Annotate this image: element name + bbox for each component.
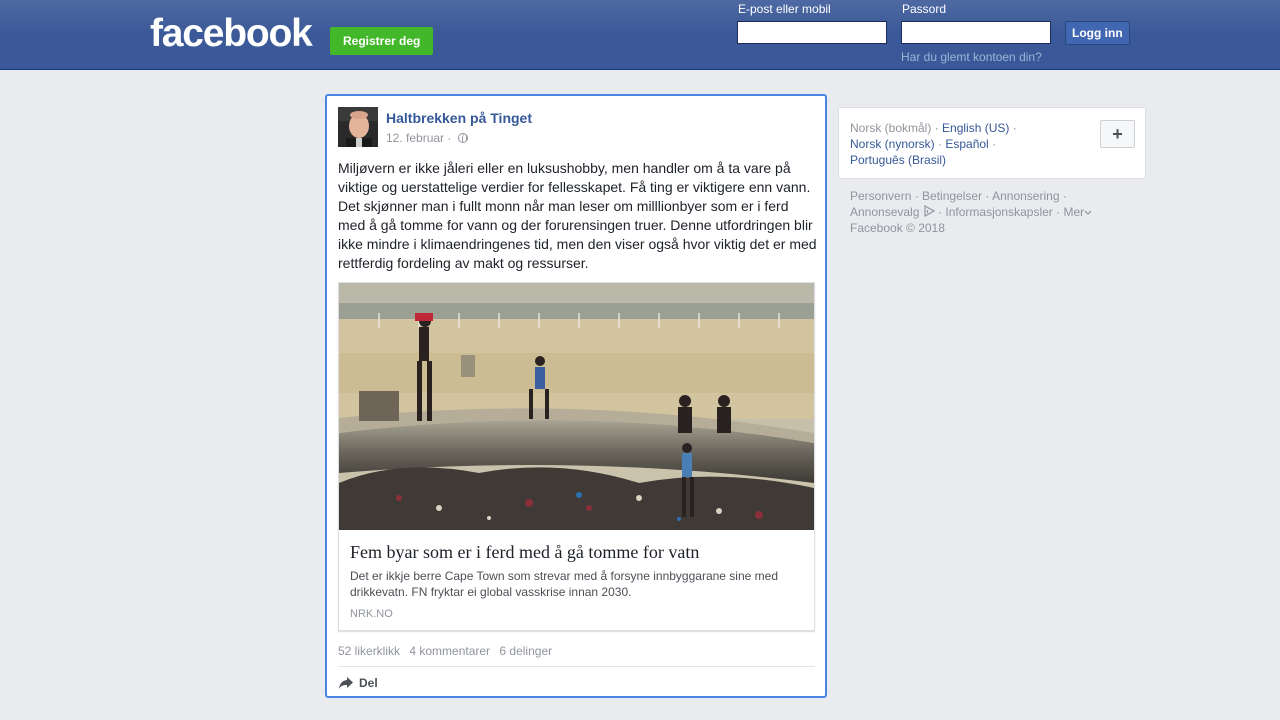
register-button[interactable]: Registrer deg [330, 27, 434, 55]
share-label: Del [359, 676, 378, 690]
likes-count[interactable]: 52 likerklikk [338, 644, 400, 658]
language-norsk-nynorsk[interactable]: Norsk (nynorsk) [850, 137, 935, 151]
globe-icon [457, 133, 468, 143]
post-date[interactable]: 12. februar [386, 131, 444, 145]
footer-separator: · [1059, 189, 1067, 203]
author-avatar[interactable] [338, 107, 378, 147]
link-domain: NRK.NO [350, 608, 393, 620]
language-english-us[interactable]: English (US) [942, 121, 1009, 135]
language-portugues-brasil[interactable]: Português (Brasil) [850, 153, 946, 167]
footer-advertising-link[interactable]: Annonsering [992, 189, 1059, 203]
language-espanol[interactable]: Español [945, 137, 988, 151]
post-text: Miljøvern er ikke jåleri eller en luksus… [338, 160, 817, 271]
link-preview-image[interactable] [339, 283, 814, 530]
more-languages-button[interactable]: + [1100, 120, 1135, 148]
footer-links: Personvern · Betingelser · Annonsering ·… [850, 188, 1146, 236]
chevron-down-icon [1084, 210, 1092, 215]
footer-separator: · [1052, 205, 1064, 219]
language-separator: · [931, 121, 943, 135]
footer-privacy-link[interactable]: Personvern [850, 189, 911, 203]
password-field[interactable] [901, 21, 1051, 44]
avatar-photo [338, 107, 378, 147]
shares-count[interactable]: 6 delinger [499, 644, 552, 658]
link-title[interactable]: Fem byar som er i ferd med å gå tomme fo… [350, 541, 805, 563]
link-preview-card[interactable]: Fem byar som er i ferd med å gå tomme fo… [338, 282, 815, 631]
author-name-link[interactable]: Haltbrekken på Tinget [386, 110, 532, 126]
actions-divider [338, 666, 815, 667]
language-separator: · [988, 137, 997, 151]
language-separator: · [934, 137, 946, 151]
footer-more-link[interactable]: Mer [1063, 205, 1084, 219]
forgot-account-link[interactable]: Har du glemt kontoen din? [901, 50, 1042, 64]
top-bar: facebook Registrer deg E-post eller mobi… [0, 0, 1280, 70]
footer-cookies-link[interactable]: Informasjonskapsler [945, 205, 1052, 219]
article-photo [339, 283, 814, 530]
comments-count[interactable]: 4 kommentarer [409, 644, 490, 658]
footer-copyright: Facebook © 2018 [850, 221, 945, 235]
footer-separator: · [982, 189, 993, 203]
language-selector-box: Norsk (bokmål) · English (US) · Norsk (n… [838, 107, 1146, 179]
password-label: Passord [902, 2, 947, 16]
share-icon [339, 677, 353, 689]
current-language: Norsk (bokmål) [850, 121, 932, 135]
post-card: Haltbrekken på Tinget 12. februar · Milj… [325, 94, 827, 698]
language-list: Norsk (bokmål) · English (US) · Norsk (n… [850, 120, 1050, 168]
post-stats: 52 likerklikk 4 kommentarer 6 delinger [338, 644, 558, 658]
footer-terms-link[interactable]: Betingelser [922, 189, 982, 203]
email-field[interactable] [737, 21, 887, 44]
link-description: Det er ikkje berre Cape Town som strevar… [350, 569, 778, 599]
share-button[interactable]: Del [338, 674, 378, 692]
login-button[interactable]: Logg inn [1065, 21, 1130, 45]
meta-separator: · [444, 131, 455, 145]
footer-separator: · [934, 205, 946, 219]
post-meta: 12. februar · [386, 131, 468, 145]
ad-choices-icon [924, 205, 935, 217]
footer-ad-choices-link[interactable]: Annonsevalg [850, 205, 919, 219]
facebook-logo[interactable]: facebook [150, 12, 313, 56]
email-label: E-post eller mobil [738, 2, 831, 16]
language-separator: · [1009, 121, 1017, 135]
footer-separator: · [911, 189, 923, 203]
